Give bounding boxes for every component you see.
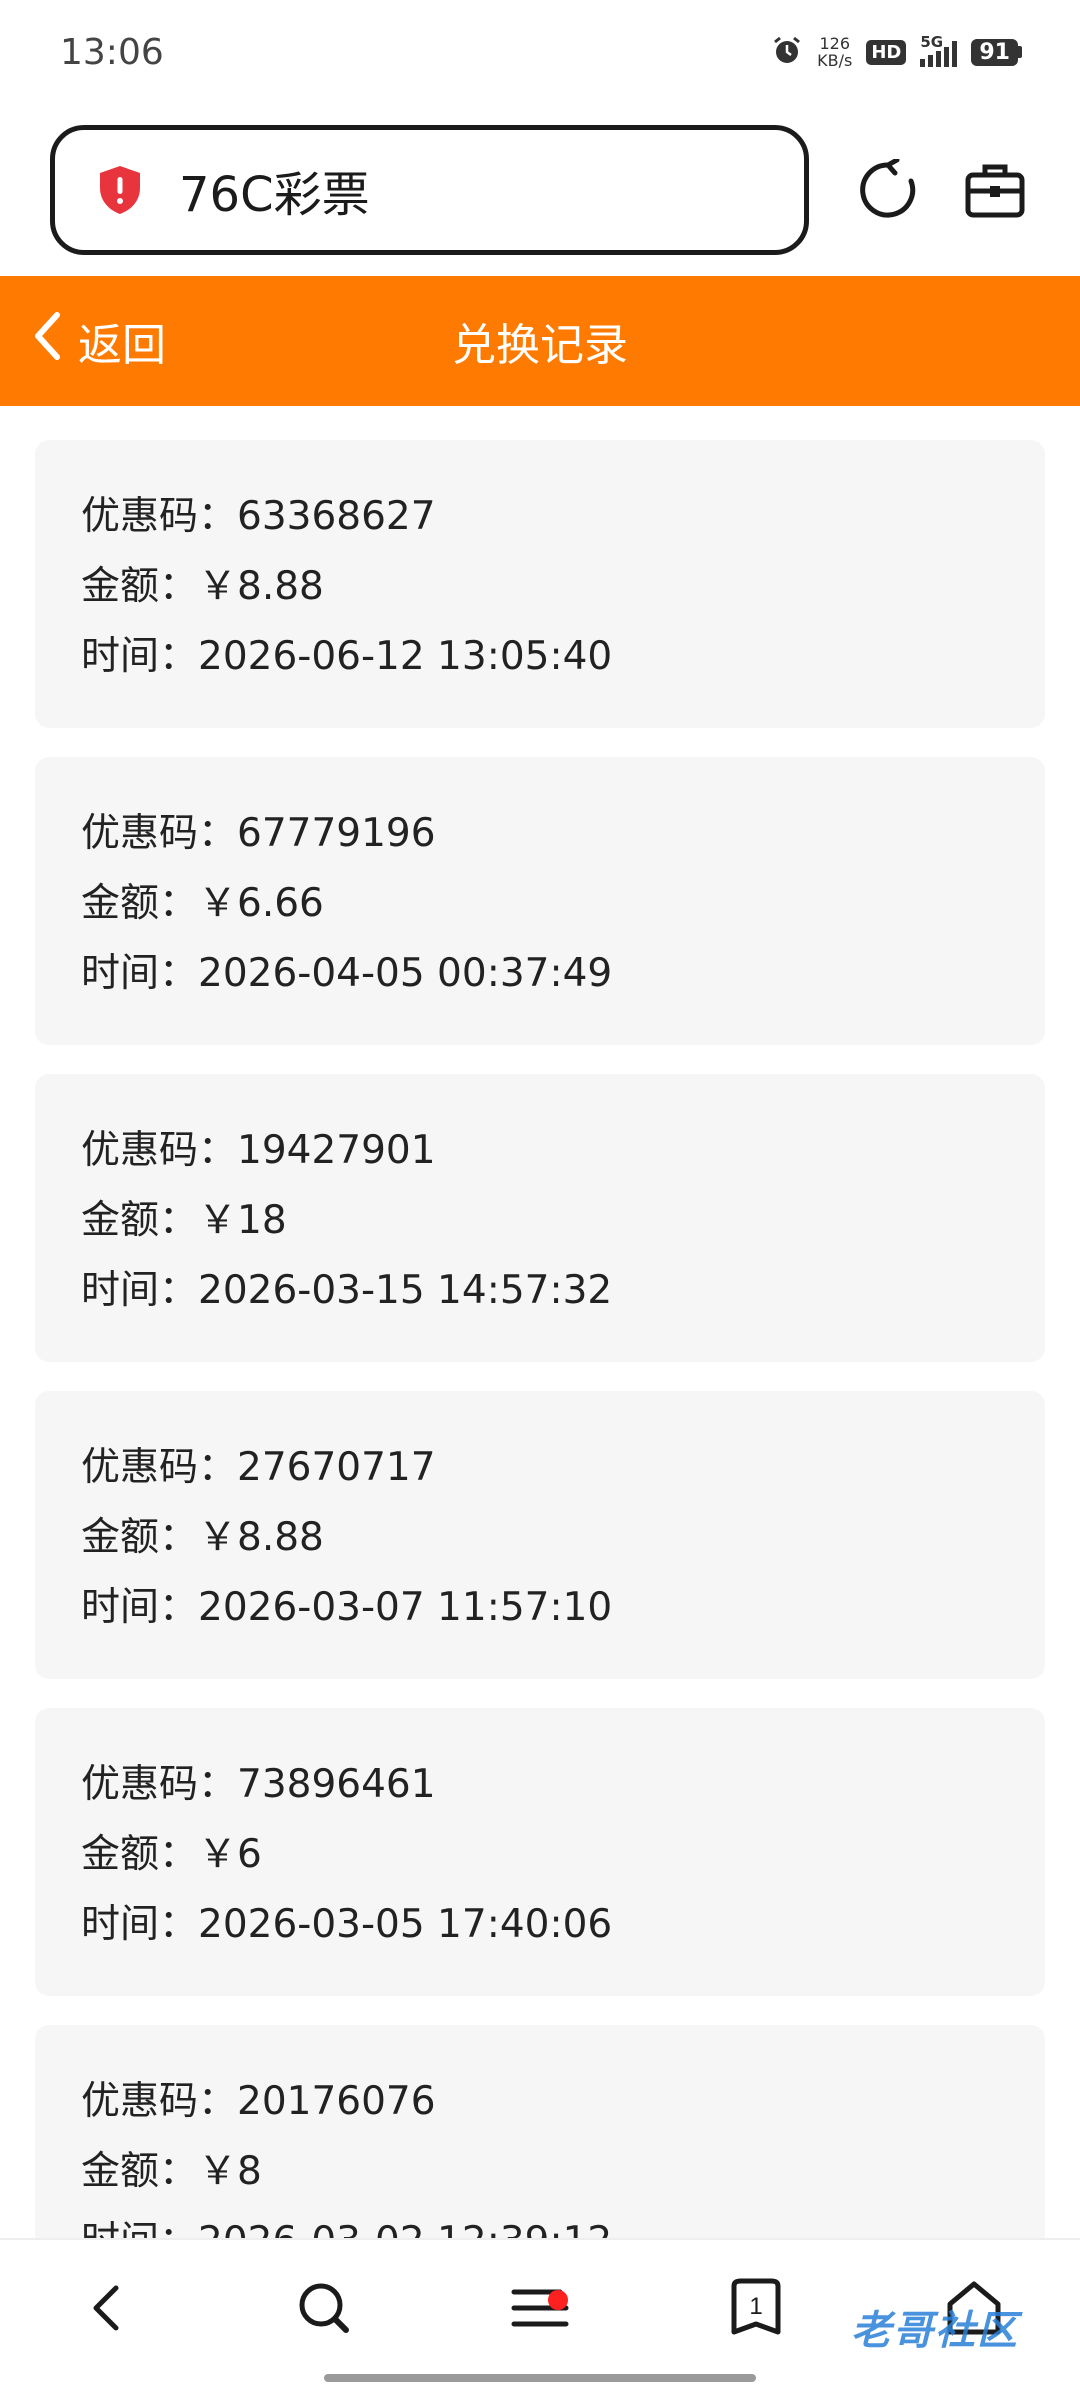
watermark-logo: 老哥社区 [800, 2282, 1070, 2372]
redemption-records-list[interactable]: 优惠码：63368627 金额：￥8.88 时间：2026-06-12 13:0… [0, 406, 1080, 2238]
toolbox-icon[interactable] [961, 155, 1030, 225]
shield-warning-icon[interactable] [97, 164, 143, 216]
status-time: 13:06 [60, 31, 164, 73]
record-card: 优惠码：73896461 金额：￥6 时间：2026-03-05 17:40:0… [35, 1708, 1045, 1996]
record-code: 优惠码：19427901 [81, 1128, 436, 1173]
record-amount: 金额：￥8.88 [81, 1515, 324, 1560]
browser-toolbar: 76C彩票 [0, 104, 1080, 276]
hd-badge: HD [866, 39, 907, 65]
record-card: 优惠码：27670717 金额：￥8.88 时间：2026-03-07 11:5… [35, 1391, 1045, 1679]
record-time: 时间：2026-03-05 17:40:06 [81, 1902, 613, 1947]
watermark-text: 老哥社区 [851, 2308, 1019, 2354]
record-amount: 金额：￥18 [81, 1198, 287, 1243]
record-card: 优惠码：63368627 金额：￥8.88 时间：2026-06-12 13:0… [35, 440, 1045, 728]
notification-dot [548, 2290, 568, 2310]
nav-menu-button[interactable] [490, 2240, 590, 2380]
nav-tabs-button[interactable]: 1 [706, 2240, 806, 2380]
battery-level: 91 [971, 38, 1018, 66]
search-icon [296, 2280, 352, 2340]
record-amount: 金额：￥6 [81, 1832, 262, 1877]
record-code: 优惠码：27670717 [81, 1445, 436, 1490]
gesture-bar[interactable] [324, 2374, 756, 2382]
battery-icon: 91 [971, 38, 1022, 66]
nav-search-button[interactable] [274, 2240, 374, 2380]
back-label: 返回 [78, 320, 166, 371]
address-bar[interactable]: 76C彩票 [50, 125, 810, 255]
back-button[interactable]: 返回 [32, 276, 166, 406]
status-icons: 126 KB/s HD 5G 91 [771, 33, 1022, 71]
record-amount: 金额：￥8 [81, 2149, 262, 2194]
chevron-left-icon [88, 2282, 124, 2338]
record-code: 优惠码：67779196 [81, 811, 436, 856]
tabs-icon: 1 [728, 2278, 784, 2342]
site-name: 76C彩票 [179, 167, 370, 223]
record-amount: 金额：￥6.66 [81, 881, 324, 926]
refresh-icon[interactable] [853, 155, 922, 225]
record-card: 优惠码：67779196 金额：￥6.66 时间：2026-04-05 00:3… [35, 757, 1045, 1045]
record-time: 时间：2026-03-15 14:57:32 [81, 1268, 613, 1313]
svg-text:1: 1 [749, 2293, 762, 2320]
record-time: 时间：2026-03-02 12:39:12 [81, 2207, 1045, 2238]
alarm-icon [771, 34, 803, 71]
network-speed: 126 KB/s [817, 34, 853, 70]
record-card: 优惠码：19427901 金额：￥18 时间：2026-03-15 14:57:… [35, 1074, 1045, 1362]
record-time: 时间：2026-06-12 13:05:40 [81, 634, 613, 679]
record-time: 时间：2026-04-05 00:37:49 [81, 951, 613, 996]
status-bar: 13:06 126 KB/s HD 5G 91 [0, 0, 1080, 104]
record-time: 时间：2026-03-07 11:57:10 [81, 1585, 613, 1630]
record-card: 优惠码：20176076 金额：￥8 时间：2026-03-02 12:39:1… [35, 2025, 1045, 2238]
chevron-left-icon [32, 311, 62, 372]
signal-icon: 5G [920, 33, 958, 67]
record-amount: 金额：￥8.88 [81, 564, 324, 609]
page-header: 返回 兑换记录 [0, 276, 1080, 406]
record-code: 优惠码：73896461 [81, 1762, 436, 1807]
record-code: 优惠码：20176076 [81, 2079, 436, 2124]
nav-back-button[interactable] [56, 2240, 156, 2380]
record-code: 优惠码：63368627 [81, 494, 436, 539]
